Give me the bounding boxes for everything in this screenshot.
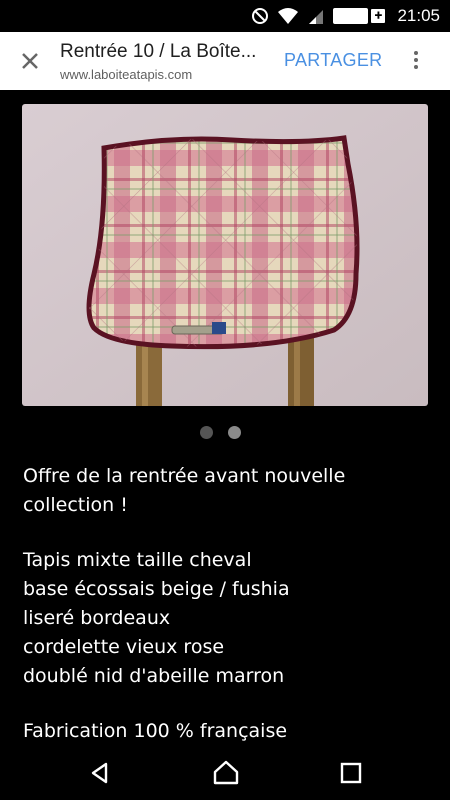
battery-indicator: 54 % + [333, 8, 386, 24]
page-title: Rentrée 10 / La Boîte... [60, 41, 257, 62]
status-bar: 54 % + 21:05 [0, 0, 450, 32]
desc-line: Fabrication 100 % française [23, 720, 288, 742]
product-photo[interactable] [22, 104, 428, 406]
desc-line: collection ! [23, 494, 128, 516]
more-options-button[interactable] [408, 48, 424, 74]
clock: 21:05 [397, 6, 440, 25]
navigation-bar [0, 745, 450, 800]
more-dot [414, 65, 418, 69]
custom-tab-toolbar: Rentrée 10 / La Boîte... www.laboiteatap… [0, 32, 450, 90]
close-button[interactable] [15, 46, 45, 76]
back-button[interactable] [88, 761, 112, 789]
signal-icon [309, 10, 324, 24]
wifi-icon [278, 8, 299, 24]
recent-apps-button[interactable] [340, 762, 362, 788]
desc-line: cordelette vieux rose [23, 636, 225, 658]
page-content: Offre de la rentrée avant nouvelle colle… [0, 90, 450, 760]
gallery-pager [200, 426, 241, 439]
charging-icon: + [371, 9, 386, 23]
pager-dot-active[interactable] [228, 426, 241, 439]
battery-percent: 54 % [333, 8, 369, 24]
desc-line: liseré bordeaux [23, 607, 171, 629]
desc-line: doublé nid d'abeille marron [23, 665, 285, 687]
product-description: Offre de la rentrée avant nouvelle colle… [23, 462, 423, 746]
back-icon [91, 762, 108, 784]
share-button[interactable]: PARTAGER [284, 50, 382, 71]
home-icon [213, 760, 239, 785]
page-url: www.laboiteatapis.com [60, 67, 193, 82]
recent-apps-icon [340, 762, 362, 784]
saddle-pad-image [22, 104, 428, 406]
pager-dot[interactable] [200, 426, 213, 439]
more-dot [414, 58, 418, 62]
do-not-disturb-icon [252, 8, 269, 24]
status-icons: 54 % + 21:05 [251, 6, 440, 26]
home-button[interactable] [212, 759, 240, 789]
more-dot [414, 51, 418, 55]
desc-line: base écossais beige / fushia [23, 578, 290, 600]
close-icon [22, 53, 38, 69]
desc-line: Tapis mixte taille cheval [23, 549, 252, 571]
desc-line: Offre de la rentrée avant nouvelle [23, 465, 346, 487]
